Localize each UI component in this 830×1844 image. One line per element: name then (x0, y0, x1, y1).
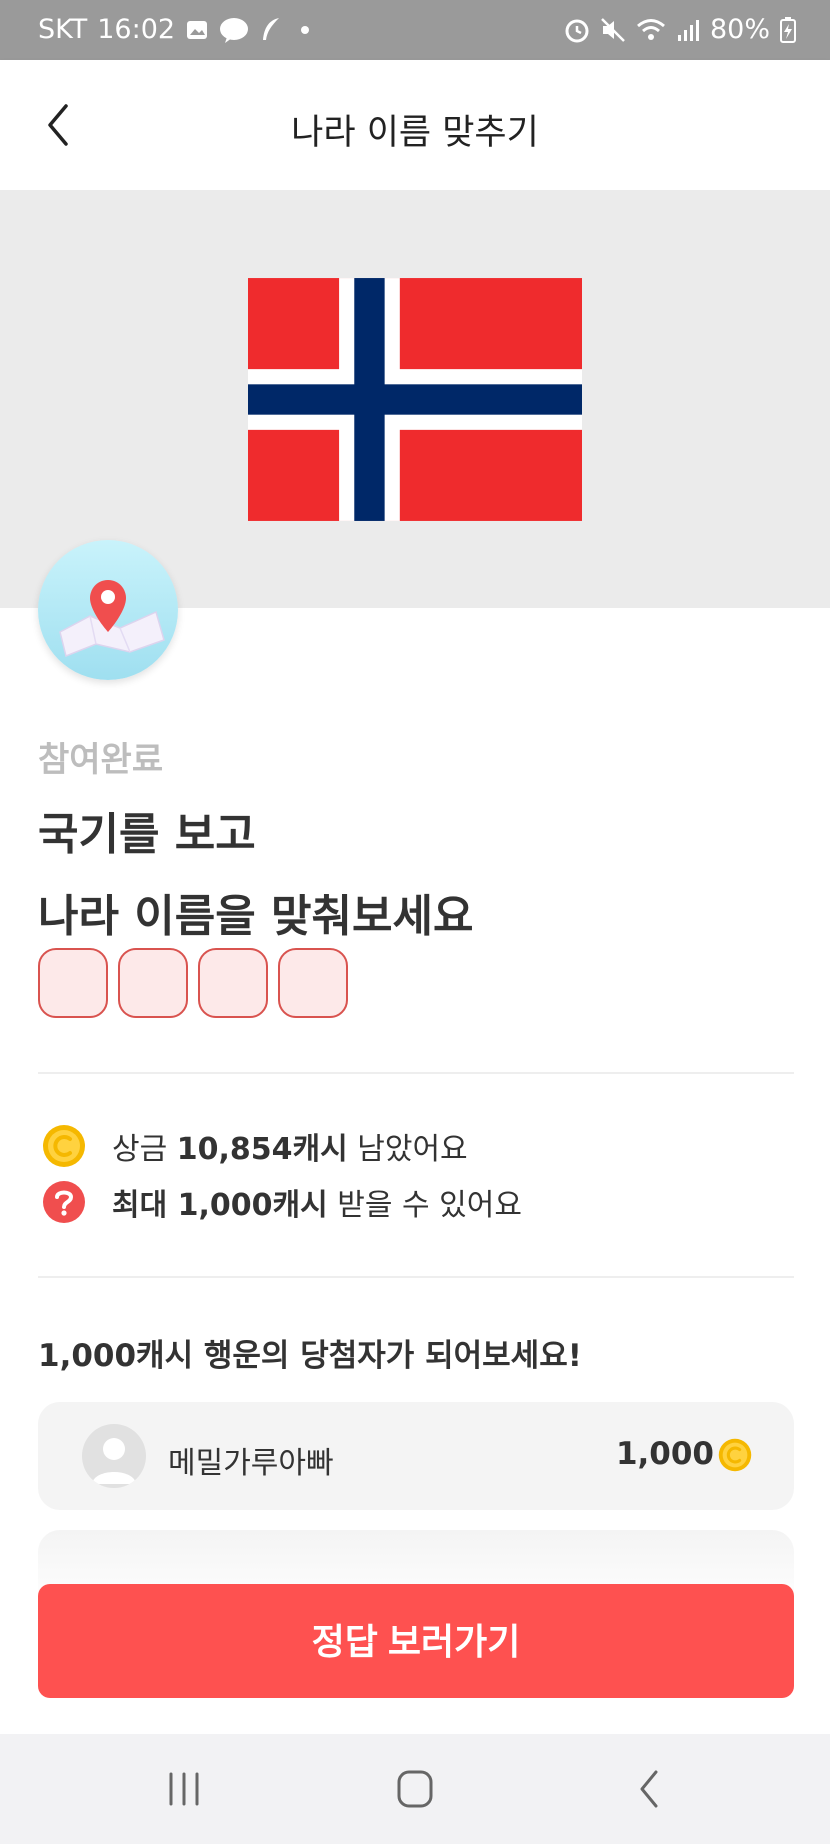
divider (38, 1276, 794, 1278)
quiz-question: 국기를 보고 나라 이름을 맞춰보세요 (38, 794, 473, 958)
gallery-icon (187, 20, 208, 39)
max-reward-row: 최대 1,000캐시 받을 수 있어요 (42, 1180, 522, 1224)
battery-charging-icon (780, 16, 796, 43)
prize-prefix: 상금 (112, 1132, 177, 1167)
quiz-badge (38, 540, 178, 680)
prize-amount: 10,854캐시 (176, 1132, 348, 1167)
answer-letter-boxes (38, 948, 348, 1018)
question-mark-icon (43, 1181, 85, 1223)
home-icon[interactable] (385, 1764, 445, 1814)
view-answer-button[interactable]: 정답 보러가기 (38, 1584, 794, 1698)
talk-icon (220, 17, 249, 43)
answer-box (278, 948, 348, 1018)
clock: 16:02 (97, 14, 176, 45)
carrier-label: SKT (38, 14, 88, 45)
feather-icon (263, 17, 280, 40)
coin-icon (718, 1438, 752, 1472)
recent-apps-icon[interactable] (154, 1764, 214, 1814)
avatar (82, 1424, 146, 1488)
alarm-icon (565, 19, 589, 42)
winner-list-item: 메밀가루아빠 1,000 (38, 1402, 794, 1510)
participation-status-label: 참여완료 (38, 740, 164, 780)
status-bar-left: SKT 16:02 (38, 14, 310, 45)
status-bar: SKT 16:02 80% (0, 0, 830, 60)
quiz-question-line-2: 나라 이름을 맞춰보세요 (38, 891, 474, 942)
notification-dot-icon (301, 25, 310, 34)
system-nav-bar (0, 1734, 830, 1844)
max-reward-text: 최대 1,000캐시 받을 수 있어요 (112, 1180, 522, 1224)
map-pin-icon (59, 580, 165, 658)
winners-title: 1,000캐시 행운의 당첨자가 되어보세요! (38, 1338, 582, 1374)
answer-box (198, 948, 268, 1018)
battery-percent: 80% (709, 14, 770, 45)
winner-amount: 1,000 (615, 1436, 714, 1472)
status-bar-right: 80% (564, 14, 796, 45)
coin-icon (43, 1125, 85, 1167)
max-suffix: 받을 수 있어요 (327, 1188, 522, 1223)
app-header: 나라 이름 맞추기 (0, 60, 830, 190)
prize-remaining-text: 상금 10,854캐시 남았어요 (112, 1124, 468, 1168)
back-nav-icon[interactable] (620, 1764, 680, 1814)
prize-suffix: 남았어요 (347, 1132, 468, 1167)
answer-box (118, 948, 188, 1018)
signal-icon (677, 19, 699, 41)
winner-name: 메밀가루아빠 (168, 1446, 334, 1481)
max-amount: 1,000캐시 (177, 1188, 328, 1223)
answer-box (38, 948, 108, 1018)
divider (38, 1072, 794, 1074)
page-title: 나라 이름 맞추기 (291, 113, 539, 153)
norway-flag-image (248, 278, 582, 521)
mute-icon (601, 17, 625, 42)
wifi-icon (637, 18, 665, 40)
max-prefix: 최대 (112, 1188, 178, 1223)
default-avatar-icon (92, 1438, 136, 1484)
quiz-question-line-1: 국기를 보고 (38, 809, 256, 860)
prize-remaining-row: 상금 10,854캐시 남았어요 (42, 1124, 468, 1168)
